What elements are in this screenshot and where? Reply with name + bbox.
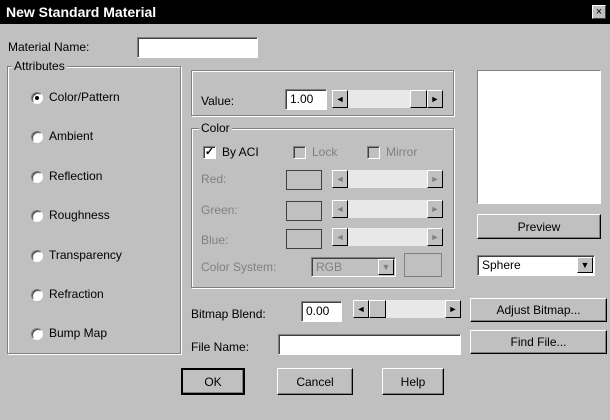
radio-button-icon[interactable] [31,250,43,262]
green-swatch [286,201,322,221]
preview-shape-select[interactable]: Sphere ▼ [477,255,595,276]
file-name-label: File Name: [191,340,250,354]
ok-button[interactable]: OK [181,368,245,395]
blue-label: Blue: [201,233,229,247]
radio-button-icon[interactable] [31,328,43,340]
red-label: Red: [201,172,227,186]
attribute-label: Ambient [49,129,94,143]
preview-button[interactable]: Preview [477,214,601,239]
attribute-label: Refraction [49,287,104,301]
red-slider[interactable]: ◄ ► [332,170,443,188]
radio-button-icon[interactable] [31,210,43,222]
help-button[interactable]: Help [382,368,444,395]
material-preview [477,70,601,204]
attribute-label: Bump Map [49,326,108,340]
red-swatch [286,170,322,190]
checkbox-checked-icon[interactable]: ✓ [203,146,216,159]
green-slider[interactable]: ◄ ► [332,200,443,218]
slider-thumb[interactable] [369,300,386,318]
cancel-button[interactable]: Cancel [277,368,353,395]
attribute-label: Color/Pattern [49,90,120,104]
arrow-right-icon[interactable]: ► [427,90,443,108]
arrow-right-icon[interactable]: ► [445,300,461,318]
value-label: Value: [201,94,235,108]
attribute-label: Transparency [49,248,122,262]
arrow-left-icon[interactable]: ◄ [332,228,348,246]
chevron-down-icon[interactable]: ▼ [577,257,593,273]
value-slider[interactable]: ◄ ► [332,90,443,108]
green-label: Green: [201,203,238,217]
bitmap-blend-input[interactable]: 0.00 [301,301,342,322]
arrow-left-icon[interactable]: ◄ [332,170,348,188]
file-name-input[interactable] [278,334,461,355]
arrow-left-icon[interactable]: ◄ [353,300,369,318]
lock-label: Lock [312,145,338,159]
close-icon[interactable]: × [592,5,606,19]
adjust-bitmap-button[interactable]: Adjust Bitmap... [470,298,607,322]
dialog-title: New Standard Material [6,4,157,20]
material-name-input[interactable] [137,37,258,58]
checkbox-icon[interactable] [367,146,380,159]
value-input[interactable]: 1.00 [285,89,327,110]
color-system-swatch [404,253,442,277]
color-system-label: Color System: [201,260,277,274]
attributes-group-title: Attributes [12,59,67,73]
new-standard-material-dialog: New Standard Material × Material Name: A… [0,0,610,420]
arrow-right-icon[interactable]: ► [427,228,443,246]
title-bar: New Standard Material × [0,0,610,24]
bitmap-blend-label: Bitmap Blend: [191,307,266,321]
material-name-label: Material Name: [8,40,90,54]
attribute-label: Reflection [49,169,103,183]
chevron-down-icon[interactable]: ▼ [378,259,394,275]
bitmap-blend-slider[interactable]: ◄ ► [353,300,461,318]
arrow-left-icon[interactable]: ◄ [332,200,348,218]
mirror-label: Mirror [386,145,418,159]
color-group-title: Color [199,121,232,135]
radio-button-icon[interactable] [31,289,43,301]
attribute-label: Roughness [49,208,110,222]
checkbox-icon[interactable] [293,146,306,159]
radio-button-icon[interactable] [31,171,43,183]
radio-button-icon[interactable] [31,92,43,104]
blue-slider[interactable]: ◄ ► [332,228,443,246]
color-system-select[interactable]: RGB ▼ [311,257,396,277]
arrow-left-icon[interactable]: ◄ [332,90,348,108]
slider-thumb[interactable] [410,90,427,108]
arrow-right-icon[interactable]: ► [427,200,443,218]
blue-swatch [286,229,322,249]
find-file-button[interactable]: Find File... [470,330,607,354]
radio-button-icon[interactable] [31,131,43,143]
by-aci-label: By ACI [222,145,259,159]
arrow-right-icon[interactable]: ► [427,170,443,188]
